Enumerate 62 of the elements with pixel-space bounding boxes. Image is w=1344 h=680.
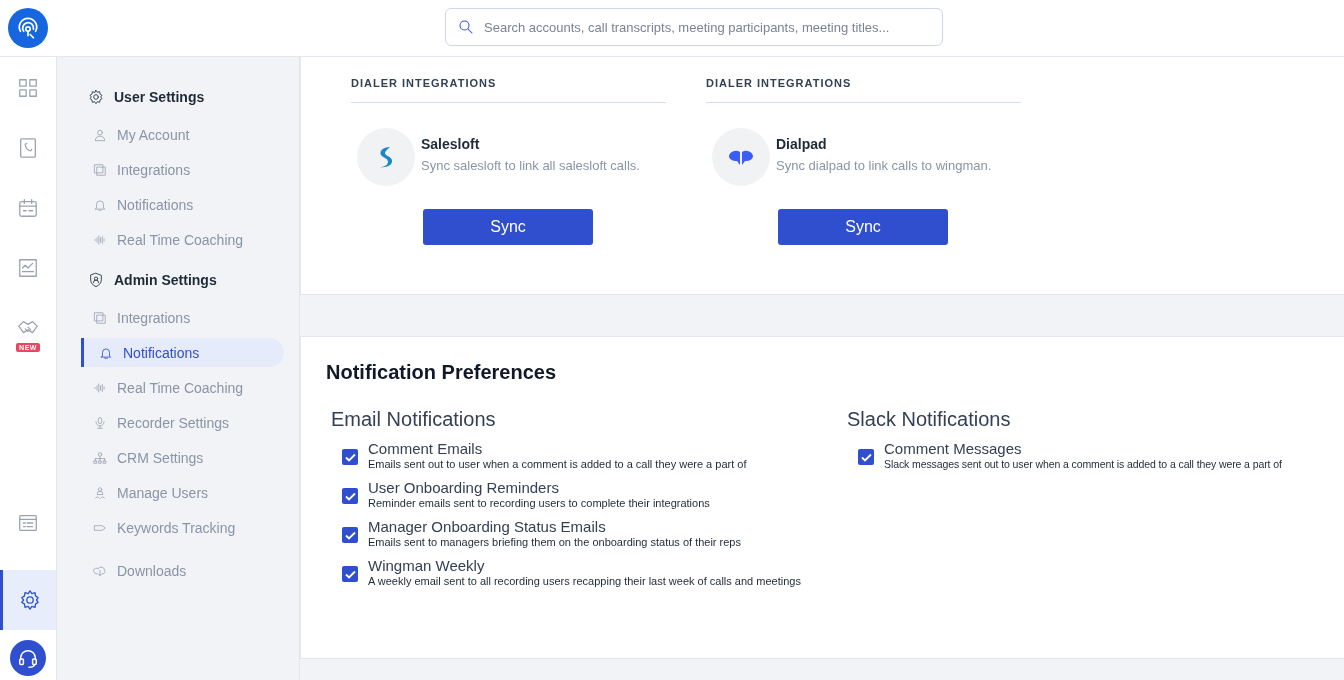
option-description: Slack messages sent out to user when a comment is added to a call they were a part of: [884, 457, 1282, 471]
sidebar-item[interactable]: Notifications: [117, 196, 194, 213]
section-heading: DIALER INTEGRATIONS: [706, 57, 1021, 103]
network-icon: [93, 450, 107, 465]
sidebar-item[interactable]: Real Time Coaching: [117, 379, 244, 396]
sidebar-item[interactable]: Keywords Tracking: [117, 519, 236, 536]
section-heading: Admin Settings: [114, 272, 217, 288]
checkbox[interactable]: [342, 488, 358, 504]
gear-icon: [18, 589, 41, 611]
option-description: Emails sent to managers briefing them on the onboarding status of their reps: [368, 535, 741, 549]
integration-description: Sync dialpad to link calls to wingman.: [776, 158, 992, 173]
sidebar-item[interactable]: Integrations: [117, 309, 191, 326]
option-title: Wingman Weekly: [368, 557, 486, 574]
phonebook-icon: [17, 137, 39, 159]
layers-icon: [93, 310, 107, 325]
sidebar-item[interactable]: Recorder Settings: [117, 414, 230, 431]
checkbox[interactable]: [342, 566, 358, 582]
chart-icon: [17, 257, 39, 279]
sync-button[interactable]: Sync: [423, 209, 593, 245]
column-heading: Slack Notifications: [847, 408, 1012, 431]
shield-icon: [88, 272, 104, 288]
option-description: Reminder emails sent to recording users to complete their integrations: [368, 496, 710, 510]
cloud-download-icon: [93, 563, 107, 578]
search-field[interactable]: Search accounts, call transcripts, meeting participants, meeting titles...: [445, 8, 943, 46]
section-heading: DIALER INTEGRATIONS: [351, 57, 666, 103]
checkbox[interactable]: [342, 449, 358, 465]
option-title: Comment Emails: [368, 440, 484, 457]
bell-icon: [93, 197, 107, 212]
sidebar-item[interactable]: CRM Settings: [117, 449, 204, 466]
sidebar-item[interactable]: Real Time Coaching: [117, 231, 244, 248]
list-icon: [17, 512, 39, 534]
layers-icon: [93, 162, 107, 177]
gear-icon: [88, 89, 104, 105]
app-logo-icon[interactable]: [8, 8, 48, 48]
waveform-icon: [93, 232, 107, 247]
option-title: User Onboarding Reminders: [368, 479, 560, 496]
integration-name: Salesloft: [421, 136, 481, 152]
checkbox[interactable]: [858, 449, 874, 465]
sidebar-item[interactable]: My Account: [117, 126, 190, 143]
integration-name: Dialpad: [776, 136, 828, 152]
waveform-icon: [93, 380, 107, 395]
option-description: A weekly email sent to all recording users recapping their last week of calls and meetings: [368, 574, 801, 588]
column-heading: Email Notifications: [331, 408, 497, 431]
microphone-icon: [93, 415, 107, 430]
checkbox[interactable]: [342, 527, 358, 543]
option-description: Emails sent out to user when a comment is added to a call they were a part of: [368, 457, 747, 471]
preferences-title: Notification Preferences: [326, 361, 558, 384]
users-icon: [93, 485, 107, 500]
option-title: Comment Messages: [884, 440, 1023, 457]
support-headset-icon[interactable]: [10, 640, 46, 676]
sidebar-item[interactable]: Integrations: [117, 161, 191, 178]
sidebar-item[interactable]: Manage Users: [117, 484, 209, 501]
sidebar-item[interactable]: Downloads: [117, 562, 187, 579]
option-title: Manager Onboarding Status Emails: [368, 518, 607, 535]
sync-button[interactable]: Sync: [778, 209, 948, 245]
calendar-icon: [17, 197, 39, 219]
grid-icon: [17, 77, 39, 99]
section-heading: User Settings: [114, 89, 205, 105]
bell-icon: [99, 345, 113, 360]
integration-description: Sync salesloft to link all salesloft calls.: [421, 158, 640, 173]
search-icon: [457, 18, 475, 36]
person-icon: [93, 127, 107, 142]
